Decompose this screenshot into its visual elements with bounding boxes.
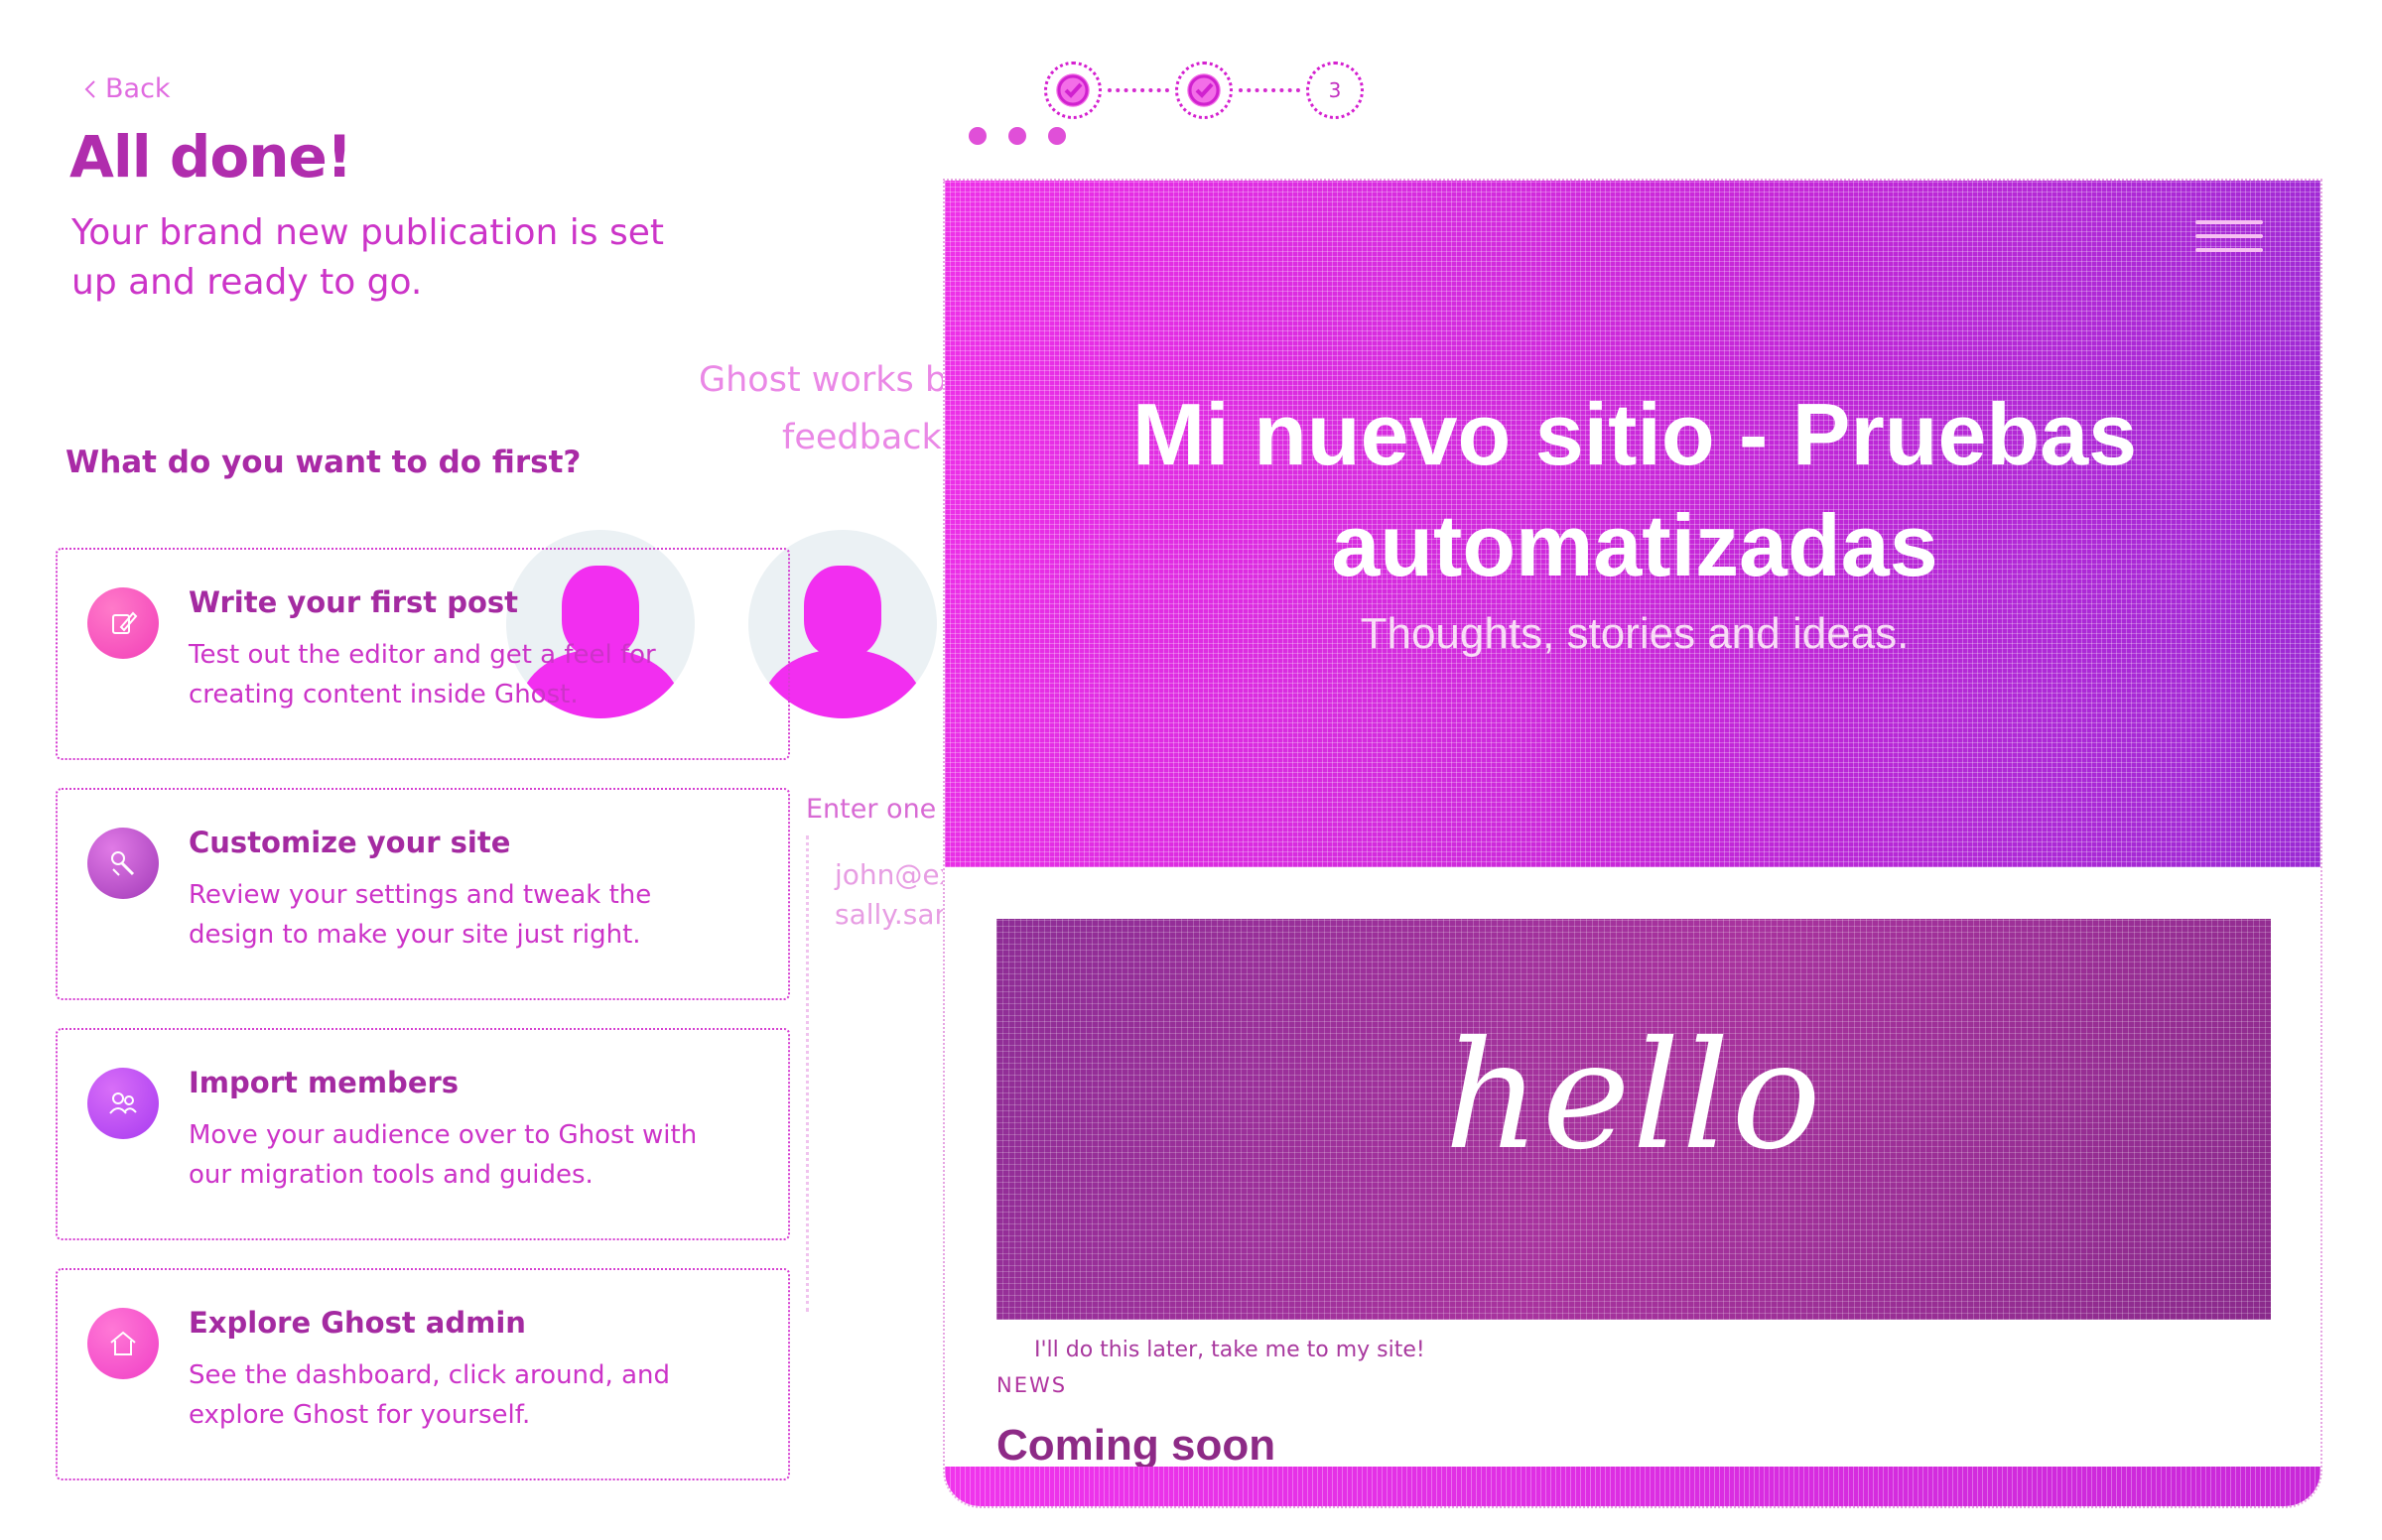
featured-post-image[interactable]: hello	[996, 919, 2271, 1320]
chevron-left-icon	[84, 79, 95, 98]
preview-bottom-bar	[945, 1467, 2320, 1506]
skip-to-site-link[interactable]: I'll do this later, take me to my site!	[1034, 1338, 1425, 1362]
site-title: Mi nuevo sitio - Pruebas automatizadas	[1131, 385, 2138, 594]
post-tag: NEWS	[996, 1373, 1068, 1397]
card-title: Import members	[189, 1066, 460, 1099]
post-title[interactable]: Coming soon	[996, 1421, 1275, 1471]
feature-image-text: hello	[1444, 1010, 1823, 1183]
card-title: Write your first post	[189, 585, 519, 619]
card-explore-admin[interactable]: Explore Ghost admin See the dashboard, c…	[56, 1268, 790, 1480]
check-icon	[1188, 74, 1220, 106]
members-input-label: Enter one	[806, 794, 937, 825]
page-subtitle: Your brand new publication is set up and…	[71, 212, 664, 303]
pencil-icon	[112, 611, 138, 634]
card-icon-circle	[87, 1068, 159, 1139]
site-preview[interactable]: Mi nuevo sitio - Pruebas automatizadas T…	[943, 179, 2322, 1508]
step-connector	[1108, 88, 1169, 92]
card-icon-circle	[87, 1308, 159, 1379]
next-steps-heading: What do you want to do first?	[66, 445, 582, 480]
menu-icon[interactable]	[2195, 220, 2263, 262]
card-import-members[interactable]: Import members Move your audience over t…	[56, 1028, 790, 1240]
card-icon-circle	[87, 828, 159, 899]
back-label: Back	[105, 73, 171, 104]
card-icon-circle	[87, 587, 159, 659]
card-description: Review your settings and tweak the desig…	[189, 880, 652, 950]
check-icon	[1057, 74, 1089, 106]
users-icon	[109, 1092, 137, 1114]
step-3-current: 3	[1306, 62, 1364, 119]
site-hero: Mi nuevo sitio - Pruebas automatizadas T…	[945, 181, 2320, 867]
page-title: All done!	[69, 123, 352, 191]
paint-brush-icon	[111, 851, 135, 876]
step-connector	[1239, 88, 1300, 92]
card-description: Move your audience over to Ghost with ou…	[189, 1120, 698, 1190]
card-description: See the dashboard, click around, and exp…	[189, 1360, 670, 1430]
card-customize-site[interactable]: Customize your site Review your settings…	[56, 788, 790, 1000]
card-title: Customize your site	[189, 826, 511, 859]
faded-description-line-1: Ghost works b	[699, 360, 948, 400]
card-description: Test out the editor and get a feel for c…	[189, 640, 656, 709]
card-write-first-post[interactable]: Write your first post Test out the edito…	[56, 548, 790, 760]
step-number: 3	[1328, 78, 1342, 102]
back-link[interactable]: Back	[81, 73, 171, 104]
browser-window-dots	[969, 127, 1066, 145]
faded-description: Ghost works b feedback	[699, 351, 947, 466]
site-tagline: Thoughts, stories and ideas.	[1360, 609, 1910, 658]
step-1-complete	[1044, 62, 1102, 119]
home-icon	[110, 1331, 136, 1355]
step-2-complete	[1175, 62, 1233, 119]
faded-description-line-2: feedback	[782, 418, 942, 457]
setup-steps: 3	[1044, 62, 1364, 119]
card-title: Explore Ghost admin	[189, 1306, 526, 1340]
